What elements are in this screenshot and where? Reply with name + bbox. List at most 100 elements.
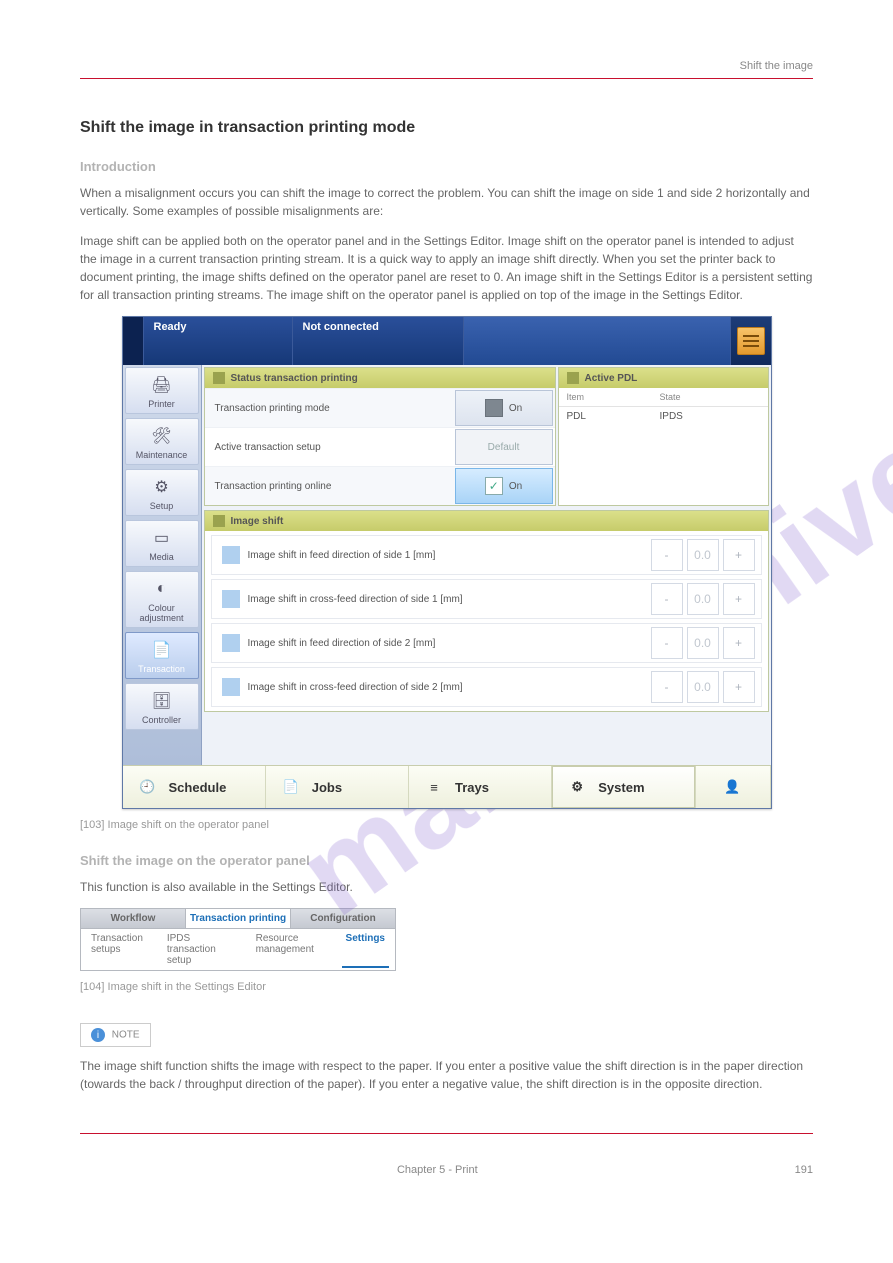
sidebar-item-controller[interactable]: 🗄 Controller bbox=[125, 683, 199, 730]
stepper-minus[interactable]: - bbox=[651, 539, 683, 571]
header-rule bbox=[80, 78, 813, 79]
toggle-button[interactable]: On bbox=[455, 390, 553, 426]
tab-schedule[interactable]: 🕘 Schedule bbox=[123, 766, 266, 808]
topbar: Ready Not connected bbox=[123, 317, 771, 365]
page-footer: Chapter 5 - Print 191 bbox=[80, 1164, 813, 1176]
page-icon bbox=[222, 634, 240, 652]
sidebar-item-setup[interactable]: ⚙Setup bbox=[125, 469, 199, 516]
sidebar-item-label: Colour adjustment bbox=[126, 603, 198, 623]
sidebar: 🖨Printer 🛠 Maintenance ⚙Setup ▭ Media ◐ Colour … bbox=[123, 365, 202, 765]
toggle-label: On bbox=[509, 403, 522, 414]
operator-panel-screenshot: Ready Not connected 🖨Printer 🛠 Maintenance… bbox=[122, 316, 772, 809]
jobs-icon: 📄 bbox=[280, 776, 302, 798]
stepper-minus[interactable]: - bbox=[651, 627, 683, 659]
page-header: Shift the image bbox=[80, 60, 813, 72]
sidebar-icon: ▭ bbox=[148, 527, 176, 549]
s2-subtab-ipds-transaction-setup[interactable]: IPDS transaction setup bbox=[163, 931, 244, 968]
stepper-plus[interactable]: + bbox=[723, 671, 755, 703]
sidebar-item-colour-adjustment[interactable]: ◐ Colour adjustment bbox=[125, 571, 199, 628]
tab-label: Schedule bbox=[169, 780, 227, 795]
setting-row: Transaction printing online✓On bbox=[205, 466, 555, 505]
image-shift-row: Image shift in feed direction of side 2 … bbox=[211, 623, 762, 663]
s2-tab-workflow[interactable]: Workflow bbox=[81, 909, 186, 928]
menu-cell bbox=[731, 317, 771, 365]
setting-value[interactable]: Default bbox=[455, 429, 553, 465]
toggle-button[interactable]: ✓On bbox=[455, 468, 553, 504]
s2-subtab-transaction-setups[interactable]: Transaction setups bbox=[87, 931, 155, 968]
checkbox-icon: ✓ bbox=[485, 477, 503, 495]
stepper-plus[interactable]: + bbox=[723, 539, 755, 571]
footer-right: 191 bbox=[795, 1164, 813, 1176]
sidebar-item-label: Setup bbox=[126, 501, 198, 511]
shift-label: Image shift in cross-feed direction of s… bbox=[248, 682, 651, 693]
setting-label: Transaction printing mode bbox=[215, 403, 453, 414]
image-shift-title: Image shift bbox=[231, 516, 284, 527]
setting-row: Transaction printing mode On bbox=[205, 388, 555, 427]
tab-label: System bbox=[598, 780, 644, 795]
sidebar-item-maintenance[interactable]: 🛠 Maintenance bbox=[125, 418, 199, 465]
stepper-value: 0.0 bbox=[687, 627, 719, 659]
intro-text-1: When a misalignment occurs you can shift… bbox=[80, 184, 813, 220]
menu-button[interactable] bbox=[737, 327, 765, 355]
sidebar-item-transaction[interactable]: 📄 Transaction bbox=[125, 632, 199, 679]
sidebar-item-label: Controller bbox=[126, 715, 198, 725]
setting-label: Active transaction setup bbox=[215, 442, 453, 453]
below-title: Shift the image on the operator panel bbox=[80, 853, 813, 868]
s2-tab-configuration[interactable]: Configuration bbox=[291, 909, 395, 928]
image-shift-row: Image shift in cross-feed direction of s… bbox=[211, 579, 762, 619]
stepper-plus[interactable]: + bbox=[723, 627, 755, 659]
sidebar-icon: 🗄 bbox=[148, 690, 176, 712]
sidebar-item-label: Printer bbox=[126, 399, 198, 409]
sidebar-icon: 📄 bbox=[148, 639, 176, 661]
section-title: Shift the image in transaction printing … bbox=[80, 119, 813, 137]
stepper-minus[interactable]: - bbox=[651, 671, 683, 703]
note-title: NOTE bbox=[112, 1030, 140, 1041]
tab-label: Jobs bbox=[312, 780, 342, 795]
stepper: -0.0+ bbox=[651, 671, 755, 703]
s2-subtab-settings[interactable]: Settings bbox=[342, 931, 389, 968]
footer-center: Chapter 5 - Print bbox=[397, 1164, 478, 1176]
caption-2: [104] Image shift in the Settings Editor bbox=[80, 981, 813, 993]
pdl-col-item: Item bbox=[559, 388, 652, 406]
sidebar-item-label: Transaction bbox=[126, 664, 198, 674]
sidebar-icon: 🛠 bbox=[148, 425, 176, 447]
sidebar-item-printer[interactable]: 🖨Printer bbox=[125, 367, 199, 414]
caption-1: [103] Image shift on the operator panel bbox=[80, 819, 813, 831]
image-shift-header: Image shift bbox=[205, 511, 768, 531]
pdl-state: IPDS bbox=[652, 407, 768, 426]
sidebar-item-label: Media bbox=[126, 552, 198, 562]
s2-subtab-resource-management[interactable]: Resource management bbox=[252, 931, 334, 968]
status-panel-header: Status transaction printing bbox=[205, 368, 555, 388]
image-shift-row: Image shift in cross-feed direction of s… bbox=[211, 667, 762, 707]
intro-subtitle: Introduction bbox=[80, 159, 813, 174]
checkbox-icon bbox=[485, 399, 503, 417]
logo-strip bbox=[123, 317, 144, 365]
shift-label: Image shift in feed direction of side 2 … bbox=[248, 638, 651, 649]
tab-jobs[interactable]: 📄 Jobs bbox=[266, 766, 409, 808]
s2-subtabs: Transaction setupsIPDS transaction setup… bbox=[80, 929, 396, 971]
sidebar-item-media[interactable]: ▭ Media bbox=[125, 520, 199, 567]
s2-tab-transaction-printing[interactable]: Transaction printing bbox=[186, 909, 291, 928]
stepper-minus[interactable]: - bbox=[651, 583, 683, 615]
page-icon bbox=[222, 678, 240, 696]
setting-row: Active transaction setupDefault bbox=[205, 427, 555, 466]
tab-trays[interactable]: ≡ Trays bbox=[409, 766, 552, 808]
stepper-value: 0.0 bbox=[687, 671, 719, 703]
stepper-value: 0.0 bbox=[687, 583, 719, 615]
stepper-value: 0.0 bbox=[687, 539, 719, 571]
system-icon: ⚙ bbox=[566, 776, 588, 798]
stepper-plus[interactable]: + bbox=[723, 583, 755, 615]
s2-tabs: WorkflowTransaction printingConfiguratio… bbox=[80, 908, 396, 929]
page-icon bbox=[222, 590, 240, 608]
schedule-icon: 🕘 bbox=[137, 776, 159, 798]
status-ready: Ready bbox=[144, 317, 293, 365]
tab-label: Trays bbox=[455, 780, 489, 795]
tab-system[interactable]: ⚙ System bbox=[552, 766, 695, 808]
pdl-panel: Active PDL Item State PDL IPDS bbox=[558, 367, 769, 506]
stepper: -0.0+ bbox=[651, 583, 755, 615]
sidebar-icon: ◐ bbox=[148, 578, 176, 600]
sidebar-item-label: Maintenance bbox=[126, 450, 198, 460]
trays-icon: ≡ bbox=[423, 776, 445, 798]
user-button[interactable]: 👤 bbox=[696, 766, 771, 808]
page-icon bbox=[222, 546, 240, 564]
